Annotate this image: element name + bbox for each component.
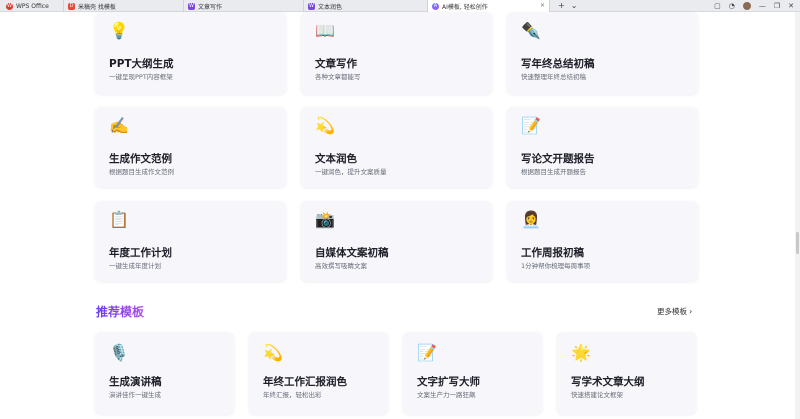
tab-label: WPS Office (16, 2, 49, 10)
card-title: 自媒体文案初稿 (315, 247, 389, 259)
scrollbar[interactable] (795, 12, 800, 419)
avatar[interactable] (742, 2, 751, 10)
tab-label: AI模板, 轻松创作 (442, 3, 488, 11)
tab-label: 文本润色 (318, 3, 343, 11)
section-title-recommended: 推荐模板 (96, 305, 145, 319)
card-desc: 根据题目生成开题报告 (521, 168, 586, 176)
add-tab-button[interactable]: + (558, 1, 565, 10)
card-desc: 文案生产力一路狂飙 (417, 391, 476, 399)
card-title: 工作周报初稿 (521, 247, 584, 259)
card-academic-outline[interactable]: 🌟 写学术文章大纲 快速搭建论文框架 (557, 332, 696, 414)
card-speech-draft[interactable]: 🎙️ 生成演讲稿 演讲佳作一键生成 (95, 332, 234, 414)
card-title: 文章写作 (315, 58, 357, 70)
microphone-icon: 🎙️ (109, 343, 129, 362)
card-desc: 快速整理年终总结初稿 (521, 73, 586, 81)
tab-text-polish[interactable]: W 文本润色 (304, 0, 428, 12)
memo-icon: 📝 (417, 343, 437, 362)
window-controls: ▢ ◔ — ❐ ✕ (714, 0, 800, 12)
memo-icon: 📝 (521, 116, 541, 135)
card-ppt-outline[interactable]: 💡 PPT大纲生成 一键呈现PPT内容框架 (95, 12, 286, 94)
tab-article-writing[interactable]: W 文章写作 (184, 0, 304, 12)
card-text-expansion[interactable]: 📝 文字扩写大师 文案生产力一路狂飙 (403, 332, 542, 414)
card-title: 年终工作汇报润色 (263, 376, 347, 388)
chevron-right-icon: › (689, 307, 693, 316)
card-title: 写学术文章大纲 (571, 376, 645, 388)
card-desc: 演讲佳作一键生成 (109, 391, 161, 399)
help-icon[interactable]: ◔ (729, 2, 735, 10)
close-button[interactable]: ✕ (788, 2, 794, 10)
glowing-star-icon: 🌟 (571, 343, 591, 362)
card-weekly-report[interactable]: 👩‍💼 工作周报初稿 1分钟帮你梳理每周事项 (507, 201, 698, 281)
card-desc: 根据题目生成作文范例 (109, 168, 174, 176)
card-title: 写年终总结初稿 (521, 58, 595, 70)
card-title: 年度工作计划 (109, 247, 172, 259)
doc-red-icon: D (68, 2, 75, 10)
card-desc: 快速搭建论文框架 (571, 391, 623, 399)
card-title: 写论文开题报告 (521, 153, 595, 165)
tab-wps-office[interactable]: W WPS Office (0, 0, 64, 12)
card-desc: 一键生成年度计划 (109, 262, 161, 270)
card-text-polish[interactable]: 💫 文本润色 一键润色，提升文案质量 (301, 107, 492, 187)
more-templates-link[interactable]: 更多模板 › (657, 306, 692, 317)
lightbulb-icon: 💡 (109, 21, 129, 40)
card-article-writing[interactable]: 📖 文章写作 各种文章都能写 (301, 12, 492, 94)
camera-icon: 📸 (315, 210, 335, 229)
card-desc: 各种文章都能写 (315, 73, 361, 81)
tab-tools: + ⌄ (550, 0, 577, 11)
tab-ai-template[interactable]: A AI模板, 轻松创作 × (428, 0, 550, 12)
card-title: 文字扩写大师 (417, 376, 480, 388)
card-essay-example[interactable]: ✍️ 生成作文范例 根据题目生成作文范例 (95, 107, 286, 187)
maximize-button[interactable]: ❐ (774, 2, 780, 10)
close-icon[interactable]: × (540, 2, 545, 9)
tab-label: 米稿壳 找模板 (78, 3, 116, 11)
restore-icon[interactable]: ▢ (714, 2, 721, 10)
ai-logo-icon: A (432, 2, 439, 10)
tab-label: 文章写作 (198, 3, 223, 11)
card-year-end-summary[interactable]: ✒️ 写年终总结初稿 快速整理年终总结初稿 (507, 12, 698, 94)
clipboard-icon: 📋 (109, 210, 129, 229)
tab-bar: W WPS Office D 米稿壳 找模板 W 文章写作 W 文本润色 A A… (0, 0, 800, 12)
chevron-down-icon[interactable]: ⌄ (571, 1, 578, 10)
card-title: PPT大纲生成 (109, 58, 174, 70)
card-thesis-proposal[interactable]: 📝 写论文开题报告 根据题目生成开题报告 (507, 107, 698, 187)
pen-icon: ✒️ (521, 21, 541, 40)
card-desc: 高效撰写吸睛文案 (315, 262, 367, 270)
office-worker-icon: 👩‍💼 (521, 210, 541, 229)
card-title: 文本润色 (315, 153, 357, 165)
more-label: 更多模板 (657, 307, 687, 316)
doc-purple-icon: W (308, 2, 315, 10)
card-desc: 年终汇报，轻松出彩 (263, 391, 322, 399)
doc-purple-icon: W (188, 2, 195, 10)
card-desc: 一键润色，提升文案质量 (315, 168, 387, 176)
card-title: 生成演讲稿 (109, 376, 162, 388)
main-content: 💡 PPT大纲生成 一键呈现PPT内容框架 📖 文章写作 各种文章都能写 ✒️ … (0, 12, 800, 419)
book-icon: 📖 (315, 21, 335, 40)
card-title: 生成作文范例 (109, 153, 172, 165)
scrollbar-thumb[interactable] (796, 232, 799, 254)
card-annual-plan[interactable]: 📋 年度工作计划 一键生成年度计划 (95, 201, 286, 281)
card-social-media-copy[interactable]: 📸 自媒体文案初稿 高效撰写吸睛文案 (301, 201, 492, 281)
wps-logo-icon: W (6, 2, 13, 10)
sparkle-icon: 💫 (315, 116, 335, 135)
card-year-end-report-polish[interactable]: 💫 年终工作汇报润色 年终汇报，轻松出彩 (249, 332, 388, 414)
sparkle-icon: 💫 (263, 343, 283, 362)
writing-hand-icon: ✍️ (109, 116, 129, 135)
card-desc: 一键呈现PPT内容框架 (109, 73, 173, 81)
tab-template[interactable]: D 米稿壳 找模板 (64, 0, 184, 12)
card-desc: 1分钟帮你梳理每周事项 (521, 262, 591, 270)
minimize-button[interactable]: — (759, 2, 766, 10)
